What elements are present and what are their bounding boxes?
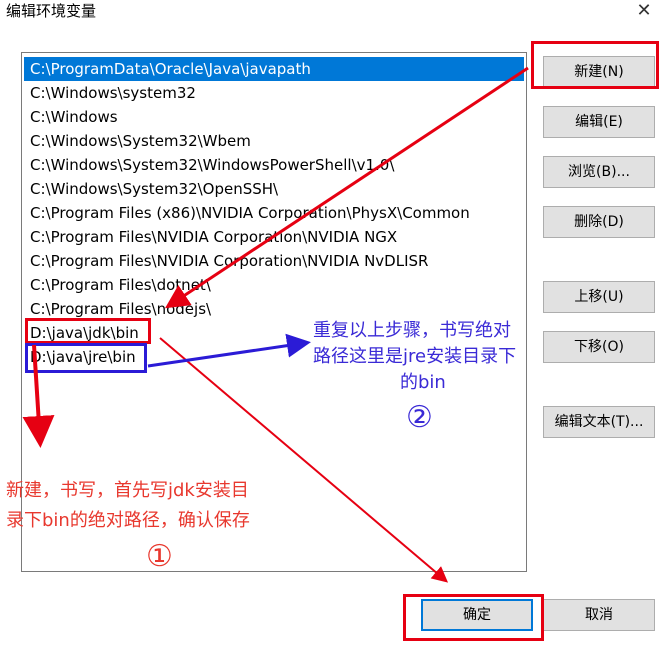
step2-note-line3: 的bin <box>400 372 446 393</box>
step2-marker: ② <box>406 400 433 435</box>
step2-note-line2: 路径这里是jre安装目录下 <box>313 346 517 367</box>
step1-note-line2: 录下bin的绝对路径，确认保存 <box>6 510 250 531</box>
arrow-jdk-to-note <box>22 344 55 448</box>
step1-marker: ① <box>146 539 173 574</box>
arrow-new-to-list <box>164 66 529 309</box>
step2-note-line1: 重复以上步骤，书写绝对 <box>313 320 511 341</box>
step1-note-line1: 新建，书写，首先写jdk安装目 <box>6 480 249 501</box>
arrow-jre-to-note <box>147 333 311 368</box>
